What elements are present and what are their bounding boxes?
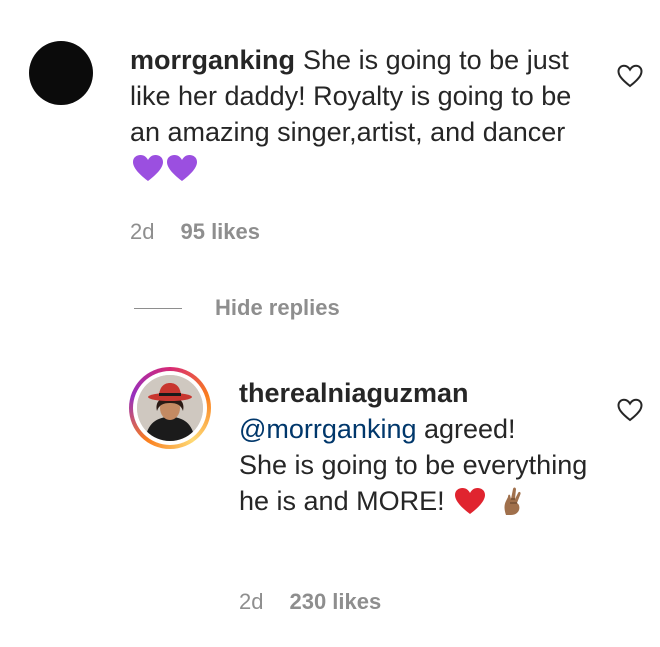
reply-meta: 2d 230 likes	[239, 589, 381, 615]
divider-line	[134, 307, 182, 309]
like-heart-icon[interactable]	[617, 398, 643, 422]
comment-time[interactable]: 2d	[130, 219, 154, 244]
crossed-fingers-icon	[504, 487, 521, 515]
reply-mention-link[interactable]: @morrganking	[239, 414, 416, 444]
hide-replies-button[interactable]: Hide replies	[134, 292, 340, 324]
avatar-ring-gap	[133, 371, 207, 445]
reply-username[interactable]: therealniaguzman	[239, 375, 599, 411]
reply-text-line1: agreed!	[416, 414, 516, 444]
reply-likes[interactable]: 230 likes	[289, 589, 381, 614]
purple-heart-icon	[167, 155, 197, 181]
comment-text-block: morrganking She is going to be just like …	[130, 42, 600, 186]
comment-meta: 2d 95 likes	[130, 219, 260, 245]
reply-text: She is going to be everything he is and …	[239, 450, 588, 516]
reply-body: therealniaguzman @morrganking agreed! She…	[239, 375, 599, 519]
red-heart-icon	[455, 488, 486, 514]
hide-replies-label: Hide replies	[215, 295, 340, 320]
comment-body: morrganking She is going to be just like …	[130, 42, 600, 186]
reply-text-block: @morrganking agreed! She is going to be e…	[239, 411, 599, 519]
purple-heart-icon	[133, 155, 163, 181]
reply-avatar[interactable]	[129, 367, 211, 449]
comment-likes[interactable]: 95 likes	[180, 219, 260, 244]
like-heart-icon[interactable]	[617, 64, 643, 88]
avatar-photo	[137, 375, 203, 441]
reply-time[interactable]: 2d	[239, 589, 263, 614]
avatar-person-image	[137, 375, 203, 441]
avatar[interactable]	[29, 41, 93, 105]
comment-username[interactable]: morrganking	[130, 45, 295, 75]
